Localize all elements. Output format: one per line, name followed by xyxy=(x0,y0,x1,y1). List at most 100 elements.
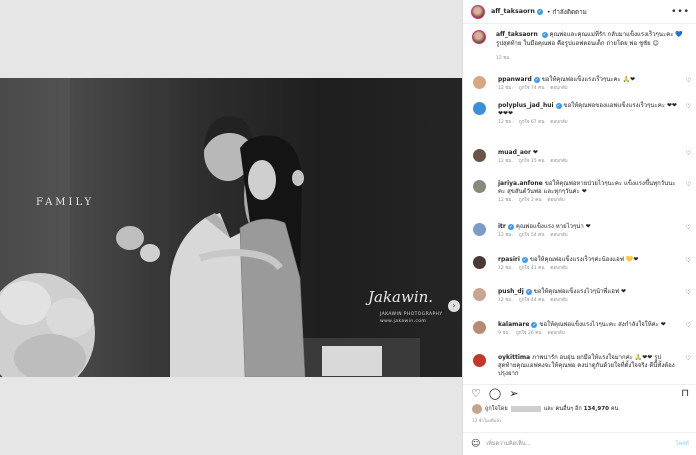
comment-like-heart-icon[interactable]: ♡ xyxy=(686,322,691,330)
comment-like-heart-icon[interactable]: ♡ xyxy=(686,355,691,363)
commenter-username[interactable]: rpasiri xyxy=(498,256,520,263)
commenter-username[interactable]: jariya.anfone xyxy=(498,180,543,187)
likes-others-label[interactable]: และ คนอื่นๆ อีก xyxy=(544,405,582,413)
post-header: aff_taksaorn ✔ • กำลังติดตาม ••• xyxy=(463,0,696,24)
comment-time: 12 ชม. xyxy=(498,266,513,271)
comment-item: muad_aor ❤ 12 ชม. ถูกใจ 15 คน ตอบกลับ ♡ xyxy=(463,149,696,166)
likes-unit: คน xyxy=(610,406,619,412)
caption-username[interactable]: aff_taksaorn xyxy=(496,31,538,38)
comment-likes[interactable]: ถูกใจ 2 คน xyxy=(519,198,542,203)
commenter-avatar[interactable] xyxy=(473,354,486,367)
comment-item: ppanward ✔ ขอให้คุณพ่อแข็งแรงเร็วๆนะคะ 🙏❤… xyxy=(463,76,696,93)
comment-item: itr ✔ คุณพ่อแข็งแรง หายไวๆน่า ❤ 12 ชม. ถูกใ… xyxy=(463,223,696,240)
comment-likes[interactable]: ถูกใจ 15 คน xyxy=(519,159,544,164)
verified-badge-icon: ✔ xyxy=(525,288,532,295)
comment-likes[interactable]: ถูกใจ 54 คน xyxy=(519,233,544,238)
watermark-url: www.jakawin.com xyxy=(380,319,427,324)
follow-state-label[interactable]: • กำลังติดตาม xyxy=(547,7,587,17)
verified-badge-icon: ✔ xyxy=(521,256,528,263)
comment-likes[interactable]: ถูกใจ 26 คน xyxy=(516,331,541,336)
comment-time: 9 ชม. xyxy=(498,331,510,336)
comment-reply-button[interactable]: ตอบกลับ xyxy=(547,331,564,336)
comment-meta: 12 ชม. ถูกใจ 2 คน ตอบกลับ xyxy=(498,197,679,205)
caption-time: 12 ชม. xyxy=(496,56,511,61)
comment-likes[interactable]: ถูกใจ 67 คน xyxy=(519,120,544,125)
author-username[interactable]: aff_taksaorn xyxy=(491,8,535,15)
comment-input[interactable]: เพิ่มความคิดเห็น... xyxy=(486,440,530,448)
commenter-username[interactable]: push_dj xyxy=(498,288,524,295)
comment-item: jariya.anfone ขอให้คุณพ่อหายป่วยไวๆนะคะ … xyxy=(463,180,696,205)
likes-summary: ถูกใจโดย และ คนอื่นๆ อีก 134,970 คน xyxy=(472,404,618,414)
comment-reply-button[interactable]: ตอบกลับ xyxy=(550,120,567,125)
comment-time: 12 ชม. xyxy=(498,298,513,303)
post-comment-button[interactable]: โพสต์ xyxy=(675,440,689,448)
commenter-username[interactable]: muad_aor xyxy=(498,149,531,156)
verified-badge-icon: ✔ xyxy=(531,321,538,328)
comment-reply-button[interactable]: ตอบกลับ xyxy=(550,266,567,271)
comment-likes[interactable]: ถูกใจ 41 คน xyxy=(519,266,544,271)
author-avatar[interactable] xyxy=(471,4,485,19)
likes-prefix: ถูกใจโดย xyxy=(485,406,508,412)
comment-reply-button[interactable]: ตอบกลับ xyxy=(550,233,567,238)
comment-meta: 12 ชม. ถูกใจ 15 คน ตอบกลับ xyxy=(498,158,679,166)
more-options-icon[interactable]: ••• xyxy=(671,7,690,17)
comment-reply-button[interactable]: ตอบกลับ xyxy=(547,198,564,203)
comment-text: ขอให้คุณพ่อแข็งแรงไวๆนะคะ ส่งกำลังใจให้ค… xyxy=(539,321,666,328)
commenter-username[interactable]: itr xyxy=(498,223,506,230)
comment-time: 12 ชม. xyxy=(498,159,513,164)
comment-like-heart-icon[interactable]: ♡ xyxy=(686,103,691,111)
comment-like-heart-icon[interactable]: ♡ xyxy=(686,289,691,297)
comment-meta: 12 ชม. ถูกใจ 41 คน ตอบกลับ xyxy=(498,265,679,273)
like-heart-icon[interactable]: ♡ xyxy=(471,387,481,401)
share-send-icon[interactable]: ➢ xyxy=(509,387,518,401)
comment-reply-button[interactable]: ตอบกลับ xyxy=(550,159,567,164)
comment-like-heart-icon[interactable]: ♡ xyxy=(686,224,691,232)
commenter-avatar[interactable] xyxy=(473,256,486,269)
commenter-username[interactable]: ppanward xyxy=(498,76,532,83)
bookmark-icon[interactable]: ⊓ xyxy=(681,388,689,399)
likes-count[interactable]: 134,970 xyxy=(584,406,609,412)
comment-item: oykittima ภาพน่ารัก อบอุ่น ยกมือให้แรงใจ… xyxy=(463,354,696,378)
commenter-avatar[interactable] xyxy=(473,180,486,193)
comments-list: aff_taksaorn ✔ คุณพ่อและคุณแม่ที่รัก กลั… xyxy=(463,30,696,377)
verified-badge-icon: ✔ xyxy=(555,102,562,109)
comment-like-heart-icon[interactable]: ♡ xyxy=(686,257,691,265)
photo-caption-text: FAMILY xyxy=(36,197,95,208)
commenter-username[interactable]: oykittima xyxy=(498,354,530,361)
comment-meta: 12 ชม. ถูกใจ 54 คน ตอบกลับ xyxy=(498,232,679,240)
comment-reply-button[interactable]: ตอบกลับ xyxy=(550,86,567,91)
commenter-avatar[interactable] xyxy=(473,223,486,236)
commenter-avatar[interactable] xyxy=(473,76,486,89)
comment-meta: 12 ชม. ถูกใจ 44 คน ตอบกลับ xyxy=(498,297,679,305)
comment-like-heart-icon[interactable]: ♡ xyxy=(686,181,691,189)
comment-text: คุณพ่อแข็งแรง หายไวๆน่า ❤ xyxy=(515,223,591,230)
comment-reply-button[interactable]: ตอบกลับ xyxy=(550,298,567,303)
verified-badge-icon: ✔ xyxy=(541,31,548,38)
verified-badge-icon: ✔ xyxy=(507,223,514,230)
post-caption: aff_taksaorn ✔ คุณพ่อและคุณแม่ที่รัก กลั… xyxy=(463,30,696,65)
post-date: 13 ชั่วโมงที่แล้ว xyxy=(472,418,502,423)
emoji-icon[interactable]: ☺ xyxy=(471,439,480,449)
liker-avatar[interactable] xyxy=(472,404,482,414)
comment-likes[interactable]: ถูกใจ 74 คน xyxy=(519,86,544,91)
comment-bubble-icon[interactable]: ◯ xyxy=(489,387,501,401)
comment-item: polyplus_jad_hui ✔ ขอให้คุณพ่อของแอฟแข็งแ… xyxy=(463,102,696,127)
commenter-username[interactable]: kalamare xyxy=(498,321,529,328)
commenter-avatar[interactable] xyxy=(473,321,486,334)
commenter-avatar[interactable] xyxy=(473,149,486,162)
action-bar: ♡ ◯ ➢ ⊓ xyxy=(463,384,696,402)
comment-like-heart-icon[interactable]: ♡ xyxy=(686,77,691,85)
commenter-avatar[interactable] xyxy=(473,102,486,115)
carousel-next-button[interactable]: › xyxy=(448,300,460,312)
comment-like-heart-icon[interactable]: ♡ xyxy=(686,150,691,158)
watermark-studio: JAKAWIN PHOTOGRAPHY xyxy=(380,312,443,317)
commenter-username[interactable]: polyplus_jad_hui xyxy=(498,102,554,109)
comment-meta: 12 ชม. ถูกใจ 67 คน ตอบกลับ xyxy=(498,119,679,127)
comment-text: ขอให้คุณพ่อแข็งแรงเร็วๆค่ะน้องแอฟ 💛❤ xyxy=(529,256,639,263)
verified-badge-icon: ✔ xyxy=(536,8,543,15)
caption-author-avatar[interactable] xyxy=(472,30,486,44)
post-side-panel: aff_taksaorn ✔ • กำลังติดตาม ••• aff_tak… xyxy=(462,0,696,455)
comment-likes[interactable]: ถูกใจ 44 คน xyxy=(519,298,544,303)
commenter-avatar[interactable] xyxy=(473,288,486,301)
comment-item: kalamare ✔ ขอให้คุณพ่อแข็งแรงไวๆนะคะ ส่งก… xyxy=(463,321,696,338)
